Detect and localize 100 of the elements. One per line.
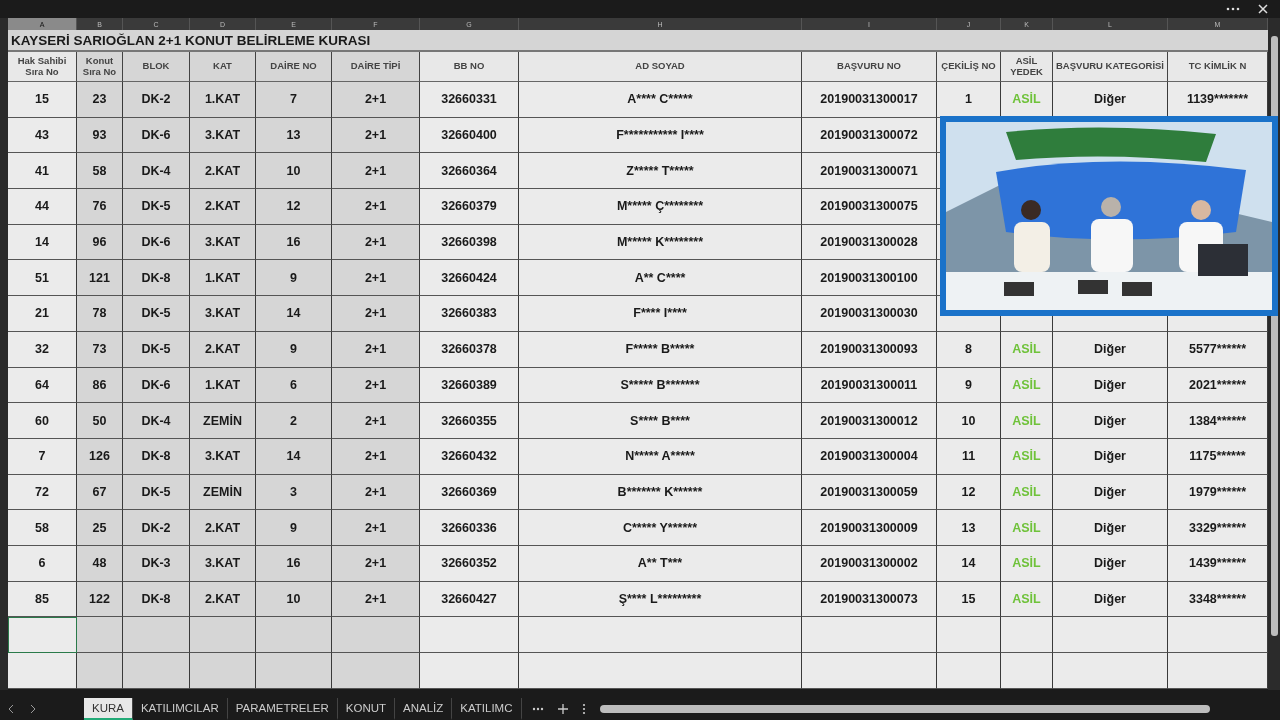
table-cell: Diğer [1053,438,1168,475]
table-cell: 20190031300009 [802,510,937,546]
table-cell: 51 [8,260,77,297]
table-cell: 2+1 [332,545,420,582]
table-cell: 2+1 [332,117,420,154]
table-cell: 64 [8,367,77,404]
table-cell: 9 [256,260,332,297]
table-cell: Diğer [1053,510,1168,546]
table-cell: 122 [77,581,123,618]
table-cell: 1979****** [1168,474,1268,511]
table-cell: 32660355 [420,403,519,439]
table-cell: S**** B**** [519,403,802,439]
table-cell: 2+1 [332,581,420,618]
table-cell: 20190031300100 [802,260,937,297]
table-cell: 32660364 [420,153,519,190]
column-header: TC KİMLİK N [1168,52,1268,82]
table-cell: 2021****** [1168,367,1268,404]
column-header: Hak Sahibi Sıra No [8,52,77,82]
table-cell: ZEMİN [190,474,256,511]
table-cell: 14 [256,438,332,475]
table-cell: 16 [256,224,332,261]
table-cell: 13 [937,510,1001,546]
column-header: AD SOYAD [519,52,802,82]
sheet-title: KAYSERİ SARIOĞLAN 2+1 KONUT BELİRLEME KURASI [8,30,1268,52]
table-cell: 23 [77,82,123,118]
table-cell: ASİL [1001,438,1053,475]
table-cell: 58 [77,153,123,190]
table-cell: ASİL [1001,545,1053,582]
table-cell: 3348****** [1168,581,1268,618]
table-cell: DK-5 [123,474,190,511]
table-cell: DK-5 [123,331,190,368]
table-cell: Ş**** L********* [519,581,802,618]
table-cell: 20190031300030 [802,296,937,332]
next-icon[interactable] [30,704,36,714]
table-cell: 20190031300093 [802,331,937,368]
sheet-tab[interactable]: KURA [84,698,133,720]
more-icon[interactable] [1226,7,1240,11]
table-cell: 2+1 [332,403,420,439]
table-cell: 3 [256,474,332,511]
table-cell: 2+1 [332,189,420,225]
table-cell: DK-6 [123,224,190,261]
table-cell: 20190031300017 [802,82,937,118]
table-cell: 3.KAT [190,438,256,475]
table-cell: A** T*** [519,545,802,582]
table-cell: 20190031300012 [802,403,937,439]
table-cell: B******* K****** [519,474,802,511]
table-cell: ASİL [1001,331,1053,368]
table-cell: Diğer [1053,545,1168,582]
table-cell: S***** B******* [519,367,802,404]
column-header: BAŞVURU NO [802,52,937,82]
table-cell: 67 [77,474,123,511]
table-cell: 2+1 [332,474,420,511]
column-header: KAT [190,52,256,82]
table-cell: 14 [937,545,1001,582]
table-cell: 2+1 [332,438,420,475]
table-cell: 10 [256,581,332,618]
column-header: BB NO [420,52,519,82]
table-cell: 32660383 [420,296,519,332]
table-cell: 12 [937,474,1001,511]
column-header: ASİL YEDEK [1001,52,1053,82]
table-cell: 20190031300004 [802,438,937,475]
more-icon[interactable] [531,707,544,711]
table-cell: 21 [8,296,77,332]
previous-icon[interactable] [8,704,14,714]
table-cell: 1.KAT [190,367,256,404]
close-icon[interactable] [1258,4,1268,14]
table-cell: 20190031300071 [802,153,937,190]
table-cell: Diğer [1053,367,1168,404]
table-cell: 20190031300075 [802,189,937,225]
table-cell: 20190031300073 [802,581,937,618]
column-header: DAİRE TİPİ [332,52,420,82]
table-cell: 2.KAT [190,581,256,618]
vertical-dots-icon[interactable] [581,703,586,715]
table-cell: 9 [937,367,1001,404]
table-cell: 76 [77,189,123,225]
table-cell: ASİL [1001,510,1053,546]
table-cell: 15 [8,82,77,118]
table-cell: Diğer [1053,403,1168,439]
table-cell: ASİL [1001,581,1053,618]
table-cell: 13 [256,117,332,154]
table-cell: 72 [8,474,77,511]
table-cell: 6 [256,367,332,404]
table-cell: 58 [8,510,77,546]
table-cell: 86 [77,367,123,404]
horizontal-scrollbar[interactable] [599,705,1210,713]
table-cell: 15 [937,581,1001,618]
table-cell: N***** A***** [519,438,802,475]
table-cell: 78 [77,296,123,332]
table-cell: Diğer [1053,581,1168,618]
table-cell: 2.KAT [190,189,256,225]
table-cell: 2+1 [332,296,420,332]
table-cell: DK-6 [123,117,190,154]
table-cell: F***** B***** [519,331,802,368]
table-cell: 32660400 [420,117,519,154]
table-cell: 1384****** [1168,403,1268,439]
column-header: BLOK [123,52,190,82]
table-cell: 2.KAT [190,331,256,368]
plus-icon[interactable] [557,704,568,714]
table-cell: 43 [8,117,77,154]
table-cell: 2 [256,403,332,439]
